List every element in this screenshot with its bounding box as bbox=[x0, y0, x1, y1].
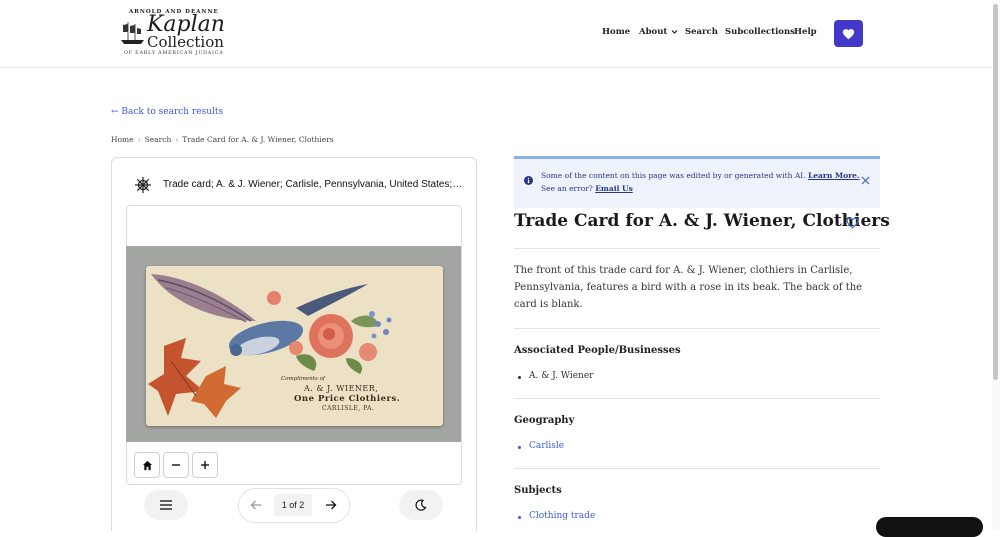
scrollbar-thumb[interactable] bbox=[993, 4, 998, 380]
page-indicator: 1 of 2 bbox=[274, 494, 312, 516]
ai-notice-text: Some of the content on this page was edi… bbox=[541, 169, 860, 195]
floating-widget[interactable] bbox=[876, 517, 983, 537]
heart-icon bbox=[842, 28, 855, 39]
item-title: Trade Card for A. & J. Wiener, Clothiers bbox=[514, 211, 890, 231]
nav-help[interactable]: Help bbox=[794, 27, 817, 41]
arrow-right-icon[interactable] bbox=[325, 499, 337, 511]
chevron-down-icon bbox=[671, 29, 678, 34]
nav-home[interactable]: Home bbox=[602, 27, 630, 41]
logo-line-3: Collection bbox=[147, 33, 224, 51]
ship-icon bbox=[121, 22, 144, 44]
people-heading: Associated People/Businesses bbox=[514, 345, 681, 356]
menu-icon bbox=[160, 500, 172, 510]
subjects-heading: Subjects bbox=[514, 485, 562, 496]
bullet bbox=[518, 446, 521, 449]
geography-heading: Geography bbox=[514, 415, 575, 426]
ai-notice-line-1: Some of the content on this page was edi… bbox=[541, 171, 806, 180]
nav-subcollections[interactable]: Subcollections bbox=[725, 27, 795, 41]
card-business-name: A. & J. WIENER, bbox=[304, 384, 379, 393]
bullet bbox=[518, 376, 521, 379]
breadcrumb-search[interactable]: Search bbox=[145, 135, 172, 144]
close-icon[interactable] bbox=[861, 176, 870, 185]
moon-icon bbox=[415, 499, 427, 511]
plus-icon bbox=[201, 461, 209, 469]
arrow-left-icon[interactable] bbox=[250, 499, 262, 511]
site-logo[interactable]: ARNOLD AND DEANNE Kaplan Collection OF E… bbox=[120, 9, 230, 59]
subject-link[interactable]: Clothing trade bbox=[529, 511, 595, 521]
divider bbox=[514, 398, 880, 399]
divider bbox=[514, 468, 880, 469]
breadcrumb-home[interactable]: Home bbox=[111, 135, 134, 144]
email-us-link[interactable]: Email Us bbox=[595, 184, 633, 193]
breadcrumb: Home › Search › Trade Card for A. & J. Wiene… bbox=[111, 135, 334, 144]
favorites-button[interactable] bbox=[834, 20, 863, 47]
ship-wheel-icon bbox=[135, 177, 151, 193]
viewer-title: Trade card; A. & J. Wiener; Carlisle, Pe… bbox=[163, 179, 463, 190]
nav-search[interactable]: Search bbox=[685, 27, 718, 41]
nav-about[interactable]: About bbox=[639, 27, 678, 41]
home-icon bbox=[142, 460, 152, 470]
trade-card-image: Compliments of A. & J. WIENER, One Price… bbox=[146, 266, 443, 426]
people-item: A. & J. Wiener bbox=[529, 371, 594, 381]
dark-mode-button[interactable] bbox=[399, 490, 443, 520]
logo-line-4: OF EARLY AMERICAN JUDAICA bbox=[124, 51, 224, 56]
item-description: The front of this trade card for A. & J.… bbox=[514, 265, 863, 310]
breadcrumb-separator: › bbox=[137, 135, 141, 144]
back-to-results-link[interactable]: ← Back to search results bbox=[111, 107, 223, 117]
divider bbox=[514, 328, 880, 329]
learn-more-link[interactable]: Learn More. bbox=[808, 171, 860, 180]
geography-link[interactable]: Carlisle bbox=[529, 441, 564, 451]
info-icon bbox=[524, 176, 533, 185]
breadcrumb-current: Trade Card for A. & J. Wiener, Clothiers bbox=[182, 135, 334, 144]
nav-about-label: About bbox=[639, 27, 668, 37]
minus-icon bbox=[172, 464, 180, 466]
ai-notice-line-2: See an error? bbox=[541, 184, 593, 193]
bullet bbox=[518, 516, 521, 519]
card-tagline: One Price Clothiers. bbox=[294, 394, 401, 404]
breadcrumb-separator: › bbox=[175, 135, 179, 144]
zoom-out-button[interactable] bbox=[163, 452, 189, 478]
zoom-home-button[interactable] bbox=[134, 452, 160, 478]
divider bbox=[514, 248, 880, 249]
menu-button[interactable] bbox=[144, 490, 188, 520]
favorite-heart-icon[interactable] bbox=[846, 217, 859, 229]
card-compliments: Compliments of bbox=[281, 376, 325, 382]
card-city: CARLISLE, PA. bbox=[322, 405, 375, 412]
zoom-in-button[interactable] bbox=[192, 452, 218, 478]
